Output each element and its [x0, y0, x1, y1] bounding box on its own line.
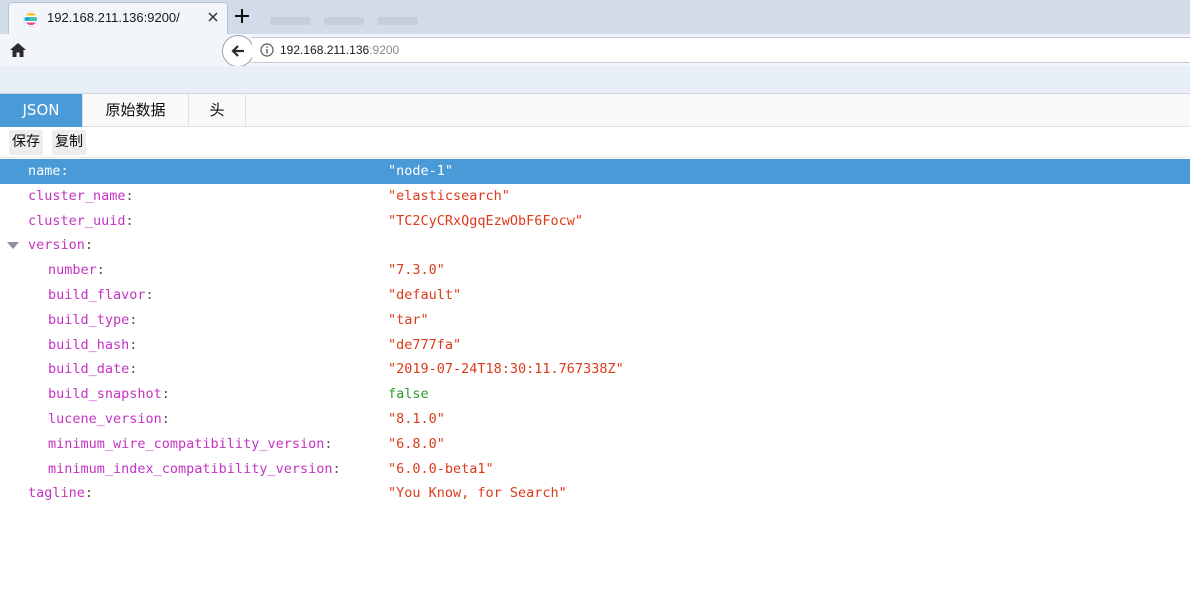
json-key: build_type:	[48, 311, 138, 328]
json-value: "elasticsearch"	[388, 187, 510, 204]
info-icon[interactable]	[260, 43, 274, 57]
tab-title: 192.168.211.136:9200/	[47, 10, 180, 25]
json-tree: name: "node-1" cluster_name: "elasticsea…	[0, 159, 1190, 506]
json-row-lucene-version[interactable]: lucene_version: "8.1.0"	[0, 407, 1190, 432]
json-key: cluster_name:	[28, 187, 134, 204]
background-tabs	[270, 10, 432, 25]
json-row-build-hash[interactable]: build_hash: "de777fa"	[0, 333, 1190, 358]
browser-tab-strip: 192.168.211.136:9200/	[0, 0, 1190, 34]
json-key: number:	[48, 262, 105, 279]
json-key: lucene_version:	[48, 410, 170, 427]
close-icon[interactable]	[205, 9, 221, 25]
json-key: build_hash:	[48, 336, 138, 353]
json-key: name:	[28, 163, 69, 179]
navigation-bar: 192.168.211.136:9200	[0, 34, 1190, 67]
json-row-minimum-wire-compatibility-version[interactable]: minimum_wire_compatibility_version: "6.8…	[0, 432, 1190, 457]
tab-json[interactable]: JSON	[0, 94, 83, 127]
json-row-name[interactable]: name: "node-1"	[0, 159, 1190, 184]
json-row-cluster-uuid[interactable]: cluster_uuid: "TC2CyCRxQgqEzwObF6Focw"	[0, 209, 1190, 234]
json-row-number[interactable]: number: "7.3.0"	[0, 258, 1190, 283]
json-row-version[interactable]: version:	[0, 233, 1190, 258]
address-bar[interactable]: 192.168.211.136:9200	[252, 37, 1190, 63]
json-key: build_flavor:	[48, 286, 154, 303]
json-viewer-tabs: JSON 原始数据 头	[0, 94, 1190, 127]
json-value: "6.0.0-beta1"	[388, 460, 494, 477]
save-button[interactable]: 保存	[9, 130, 43, 155]
json-row-tagline[interactable]: tagline: "You Know, for Search"	[0, 481, 1190, 506]
expand-triangle-icon[interactable]	[7, 242, 19, 250]
json-key: build_date:	[48, 361, 138, 378]
json-value: "7.3.0"	[388, 262, 445, 279]
new-tab-plus-icon[interactable]	[233, 7, 251, 25]
json-value: "de777fa"	[388, 336, 462, 353]
browser-tab[interactable]: 192.168.211.136:9200/	[8, 2, 228, 34]
json-value: "You Know, for Search"	[388, 485, 567, 502]
json-key: tagline:	[28, 485, 94, 502]
url-port: :9200	[369, 43, 400, 57]
json-row-minimum-index-compatibility-version[interactable]: minimum_index_compatibility_version: "6.…	[0, 457, 1190, 482]
json-key: cluster_uuid:	[28, 212, 134, 229]
json-key: build_snapshot:	[48, 386, 170, 403]
json-value: "8.1.0"	[388, 410, 445, 427]
elasticsearch-icon	[23, 11, 39, 27]
json-row-build-type[interactable]: build_type: "tar"	[0, 308, 1190, 333]
json-key: version:	[28, 237, 94, 254]
home-icon[interactable]	[9, 42, 27, 58]
json-value: "default"	[388, 286, 462, 303]
json-row-build-snapshot[interactable]: build_snapshot: false	[0, 382, 1190, 407]
url-text[interactable]: 192.168.211.136:9200	[280, 43, 399, 57]
bookmarks-toolbar	[0, 66, 1190, 94]
json-row-build-date[interactable]: build_date: "2019-07-24T18:30:11.767338Z…	[0, 357, 1190, 382]
tab-raw-data[interactable]: 原始数据	[83, 94, 189, 127]
back-button[interactable]	[222, 35, 254, 67]
copy-button[interactable]: 复制	[52, 130, 86, 155]
json-row-cluster-name[interactable]: cluster_name: "elasticsearch"	[0, 184, 1190, 209]
json-value: false	[388, 386, 429, 403]
url-host: 192.168.211.136	[280, 43, 370, 57]
json-value: "node-1"	[388, 163, 454, 179]
tab-headers[interactable]: 头	[189, 94, 246, 127]
json-row-build-flavor[interactable]: build_flavor: "default"	[0, 283, 1190, 308]
json-toolbar: 保存 复制	[0, 127, 1190, 158]
json-value: "TC2CyCRxQgqEzwObF6Focw"	[388, 212, 584, 229]
back-arrow-icon	[231, 45, 244, 57]
json-value: "6.8.0"	[388, 435, 445, 452]
json-key: minimum_index_compatibility_version:	[48, 460, 341, 477]
json-value: "tar"	[388, 311, 429, 328]
json-key: minimum_wire_compatibility_version:	[48, 435, 333, 452]
json-value: "2019-07-24T18:30:11.767338Z"	[388, 361, 624, 378]
